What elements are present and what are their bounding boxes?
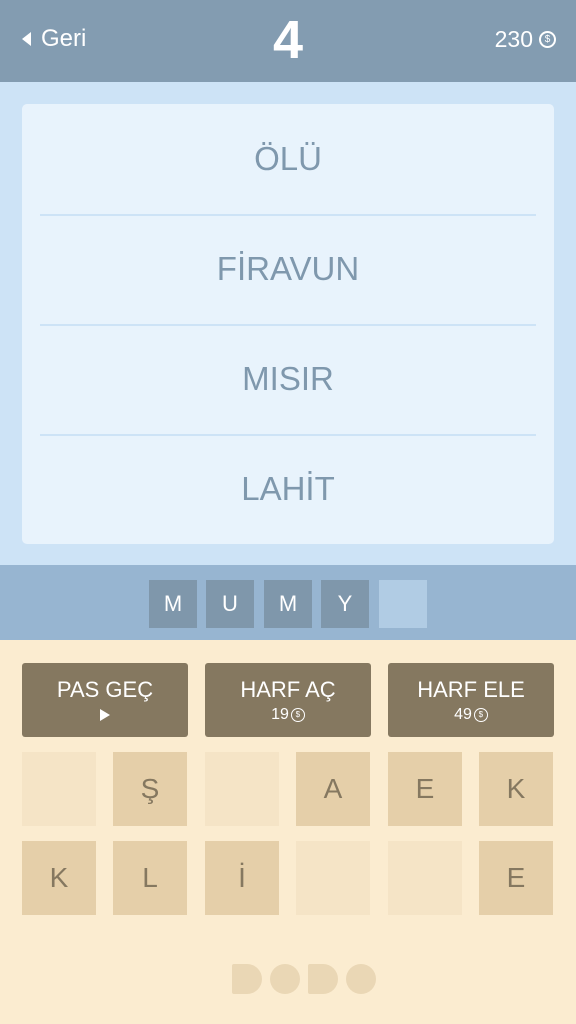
reveal-cost: 19 bbox=[271, 706, 289, 723]
coin-icon: $ bbox=[290, 708, 305, 722]
coin-count: 230 bbox=[494, 25, 533, 52]
letter-tile[interactable]: E bbox=[388, 752, 462, 826]
letter-tile[interactable] bbox=[22, 752, 96, 826]
letter-tile[interactable] bbox=[296, 841, 370, 915]
logo-letter-d-icon bbox=[232, 964, 262, 994]
logo-letter-o-icon bbox=[270, 964, 300, 994]
eliminate-label: HARF ELE bbox=[417, 677, 525, 702]
letter-tile[interactable]: Ş bbox=[113, 752, 187, 826]
reveal-letter-button[interactable]: HARF AÇ 19 $ bbox=[205, 663, 371, 737]
letter-tile[interactable]: A bbox=[296, 752, 370, 826]
dodo-logo bbox=[232, 964, 384, 996]
skip-label: PAS GEÇ bbox=[56, 677, 154, 702]
clue-3: MISIR bbox=[242, 360, 334, 397]
answer-slot-3[interactable]: M bbox=[264, 580, 312, 628]
letter-tile[interactable]: E bbox=[479, 841, 553, 915]
clue-card: ÖLÜ FİRAVUN MISIR LAHİT bbox=[22, 104, 554, 544]
coin-icon: $ bbox=[473, 708, 488, 722]
answer-slot-2[interactable]: U bbox=[206, 580, 254, 628]
answer-slot-1[interactable]: M bbox=[149, 580, 197, 628]
coin-balance: 230 $ bbox=[495, 24, 556, 54]
letter-tile[interactable] bbox=[205, 752, 279, 826]
reveal-label: HARF AÇ bbox=[240, 677, 336, 702]
level-number: 4 bbox=[272, 10, 304, 70]
clue-2: FİRAVUN bbox=[216, 250, 360, 287]
logo-letter-o-icon bbox=[346, 964, 376, 994]
eliminate-cost: 49 bbox=[454, 706, 472, 723]
top-bar: Geri 4 230 $ bbox=[0, 0, 576, 82]
answer-slot-4[interactable]: Y bbox=[321, 580, 369, 628]
clue-1: ÖLÜ bbox=[254, 140, 322, 177]
eliminate-letter-button[interactable]: HARF ELE 49 $ bbox=[388, 663, 554, 737]
answer-strip: M U M Y bbox=[0, 565, 576, 640]
answer-slot-5[interactable] bbox=[379, 580, 427, 628]
play-icon bbox=[100, 709, 110, 721]
logo-letter-d-icon bbox=[308, 964, 338, 994]
letter-tile[interactable]: L bbox=[113, 841, 187, 915]
clue-area: ÖLÜ FİRAVUN MISIR LAHİT bbox=[0, 82, 576, 565]
coin-icon: $ bbox=[539, 30, 556, 48]
letter-tile[interactable] bbox=[388, 841, 462, 915]
skip-button[interactable]: PAS GEÇ bbox=[22, 663, 188, 737]
clue-4: LAHİT bbox=[241, 470, 335, 507]
letter-tile[interactable]: İ bbox=[205, 841, 279, 915]
letter-tile[interactable]: K bbox=[479, 752, 553, 826]
letter-tile[interactable]: K bbox=[22, 841, 96, 915]
